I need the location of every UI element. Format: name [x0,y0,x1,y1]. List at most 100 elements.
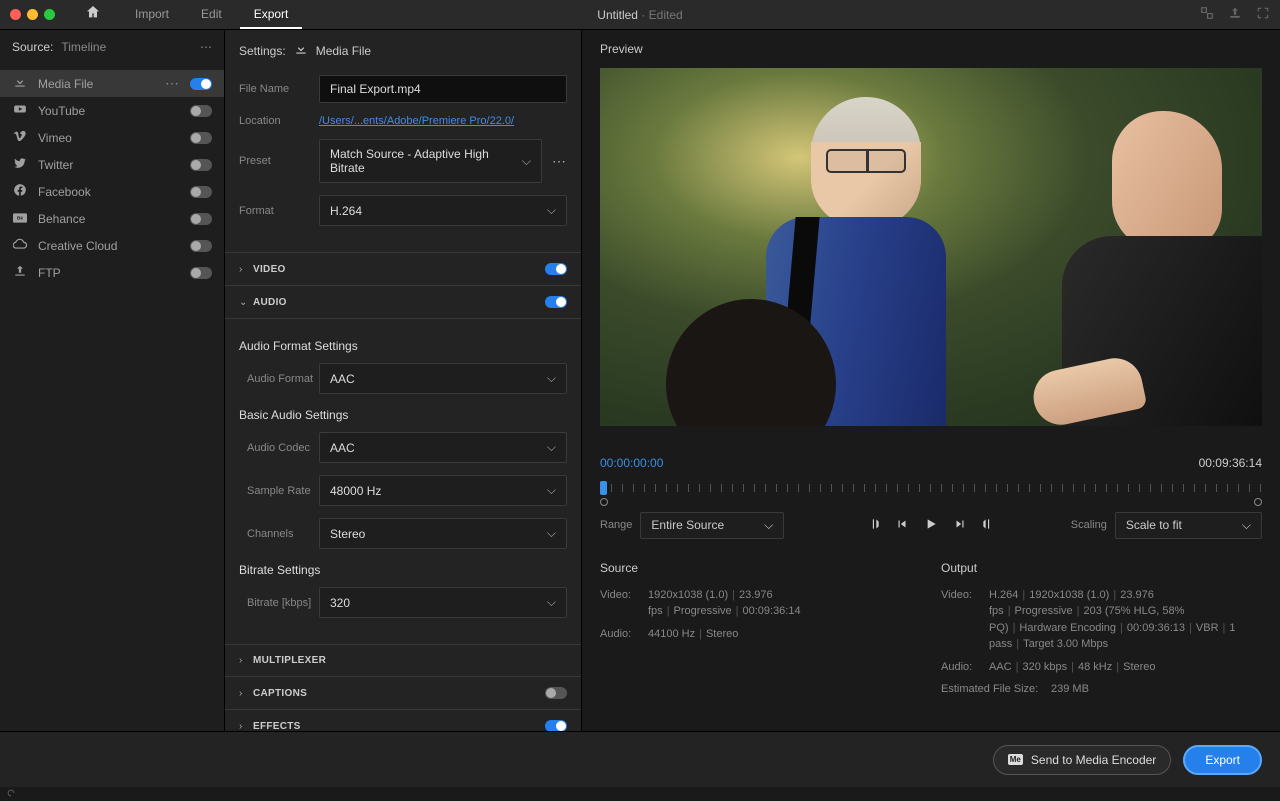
sync-icon[interactable] [6,787,16,801]
section-video[interactable]: › Video [225,252,581,285]
section-captions[interactable]: ›Captions [225,676,581,709]
play-icon[interactable] [923,516,939,535]
source-selector[interactable]: Source: Timeline ⋯ [0,30,224,64]
destination-youtube[interactable]: YouTube [0,97,224,124]
file-name-label: File Name [239,83,319,95]
destination-vimeo[interactable]: Vimeo [0,124,224,151]
footer: MeSend to Media Encoder Export [0,731,1280,787]
workspace-icon[interactable] [1200,6,1214,23]
destination-label: FTP [38,266,180,280]
svg-text:Bē: Bē [17,215,23,220]
source-audio-info: 44100 Hz|Stereo [648,626,921,643]
chevron-down-icon: ⌄ [239,297,253,308]
range-dropdown[interactable]: Entire Source⌵ [640,512,784,539]
download-icon [294,42,308,59]
preview-video[interactable] [600,68,1262,426]
output-size-key: Estimated File Size: [941,681,1051,698]
audio-codec-dropdown[interactable]: AAC⌵ [319,432,567,463]
effects-toggle[interactable] [545,720,567,731]
destination-label: Twitter [38,158,180,172]
file-name-input[interactable] [319,75,567,103]
settings-panel: Settings: Media File File Name Location … [225,30,582,731]
minimize-window-icon[interactable] [27,9,38,20]
fullscreen-icon[interactable] [1256,6,1270,23]
timeline-scrubber[interactable] [600,478,1262,502]
share-icon[interactable] [1228,6,1242,23]
scaling-label: Scaling [1071,519,1107,531]
vimeo-icon [12,129,28,146]
bitrate-label: Bitrate [kbps] [239,597,319,609]
preset-more-icon[interactable]: ⋯ [552,153,567,170]
destination-toggle[interactable] [190,105,212,117]
destination-toggle[interactable] [190,240,212,252]
format-dropdown[interactable]: H.264⌵ [319,195,567,226]
destination-ftp[interactable]: FTP [0,259,224,286]
scaling-dropdown[interactable]: Scale to fit⌵ [1115,512,1262,539]
destination-creative-cloud[interactable]: Creative Cloud [0,232,224,259]
chevron-down-icon: ⌵ [522,154,531,169]
audio-format-label: Audio Format [239,373,319,385]
out-point-handle[interactable] [1254,498,1262,506]
tab-export[interactable]: Export [240,1,303,29]
audio-toggle[interactable] [545,296,567,308]
basic-audio-settings-head: Basic Audio Settings [239,408,567,422]
export-button[interactable]: Export [1183,745,1262,775]
destination-media-file[interactable]: Media File ⋯ [0,70,224,97]
destination-toggle[interactable] [190,132,212,144]
step-forward-icon[interactable] [953,517,967,534]
captions-toggle[interactable] [545,687,567,699]
section-effects[interactable]: ›Effects [225,709,581,731]
ftp-icon [12,264,28,281]
sample-rate-dropdown[interactable]: 48000 Hz⌵ [319,475,567,506]
preview-panel: Preview 00:00:00:00 00:09:36:14 Range En… [582,30,1280,731]
audio-format-dropdown[interactable]: AAC⌵ [319,363,567,394]
destination-toggle[interactable] [190,78,212,90]
video-toggle[interactable] [545,263,567,275]
destination-more-icon[interactable]: ⋯ [165,75,180,92]
close-window-icon[interactable] [10,9,21,20]
timecode-current[interactable]: 00:00:00:00 [600,456,663,470]
destination-label: Behance [38,212,180,226]
media-file-icon [12,75,28,92]
mark-out-icon[interactable] [981,517,995,534]
bitrate-dropdown[interactable]: 320⌵ [319,587,567,618]
tab-edit[interactable]: Edit [187,1,236,29]
home-button[interactable] [85,4,101,25]
destination-label: Creative Cloud [38,239,180,253]
destination-facebook[interactable]: Facebook [0,178,224,205]
location-link[interactable]: /Users/...ents/Adobe/Premiere Pro/22.0/ [319,115,514,127]
mark-in-icon[interactable] [867,517,881,534]
tab-import[interactable]: Import [121,1,183,29]
settings-destination-name: Media File [316,44,371,58]
source-more-icon[interactable]: ⋯ [200,40,212,54]
section-multiplexer[interactable]: ›Multiplexer [225,644,581,676]
facebook-icon [12,183,28,200]
format-label: Format [239,205,319,217]
location-label: Location [239,115,319,127]
maximize-window-icon[interactable] [44,9,55,20]
step-back-icon[interactable] [895,517,909,534]
preset-dropdown[interactable]: Match Source - Adaptive High Bitrate⌵ [319,139,542,183]
output-info-head: Output [941,561,1262,575]
destination-toggle[interactable] [190,186,212,198]
source-video-info: 1920x1038 (1.0)|23.976 fps|Progressive|0… [648,587,921,620]
destination-toggle[interactable] [190,159,212,171]
section-audio[interactable]: ⌄ Audio [225,285,581,318]
source-audio-key: Audio: [600,626,648,643]
youtube-icon [12,102,28,119]
destination-label: Facebook [38,185,180,199]
behance-icon: Bē [12,212,28,226]
destination-behance[interactable]: Bē Behance [0,205,224,232]
creative-cloud-icon [12,237,28,254]
destination-label: Vimeo [38,131,180,145]
in-point-handle[interactable] [600,498,608,506]
destination-toggle[interactable] [190,213,212,225]
output-size-info: 239 MB [1051,681,1262,698]
destination-label: YouTube [38,104,180,118]
timecode-duration: 00:09:36:14 [1199,456,1262,470]
channels-dropdown[interactable]: Stereo⌵ [319,518,567,549]
send-to-media-encoder-button[interactable]: MeSend to Media Encoder [993,745,1172,775]
destination-toggle[interactable] [190,267,212,279]
destination-twitter[interactable]: Twitter [0,151,224,178]
playhead-icon[interactable] [600,481,607,495]
